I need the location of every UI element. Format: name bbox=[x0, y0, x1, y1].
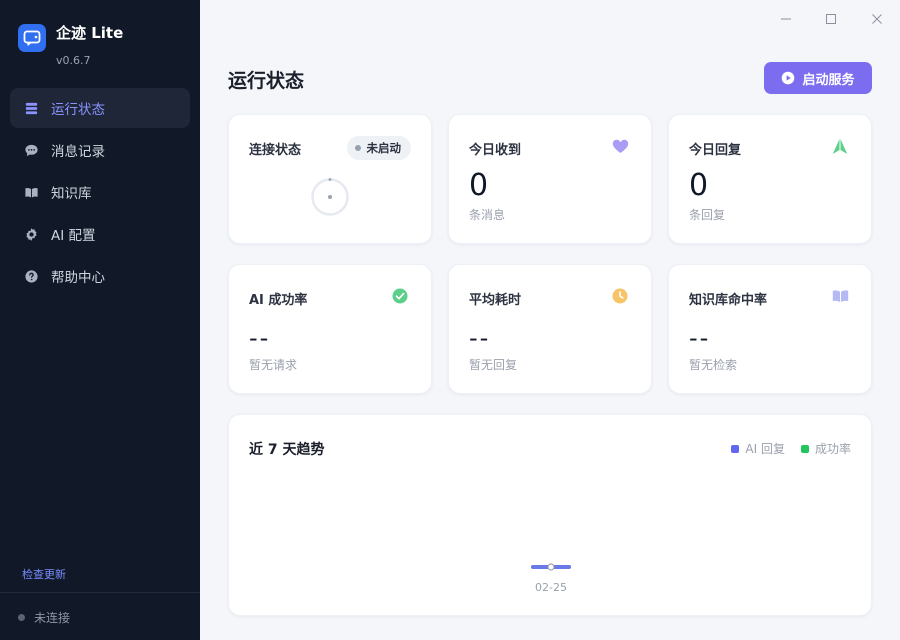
legend-swatch bbox=[800, 444, 809, 453]
status-dot bbox=[18, 614, 25, 621]
clock-icon bbox=[611, 287, 629, 305]
book-open-icon bbox=[831, 287, 849, 305]
chart-legend: AI 回复 成功率 bbox=[715, 440, 851, 457]
sidebar-item-label: 帮助中心 bbox=[51, 270, 105, 286]
sidebar-divider bbox=[0, 592, 200, 593]
page-title: 运行状态 bbox=[228, 70, 305, 92]
card-average-time: 平均耗时 -- 暂无回复 bbox=[448, 264, 652, 394]
card-label: 今日回复 bbox=[689, 143, 742, 158]
card-ai-success-rate: AI 成功率 -- 暂无请求 bbox=[228, 264, 432, 394]
card-label: 知识库命中率 bbox=[689, 293, 768, 308]
play-icon bbox=[782, 71, 795, 85]
legend-swatch bbox=[731, 444, 740, 453]
legend-label: 成功率 bbox=[814, 442, 851, 456]
brand: 企迹 Lite bbox=[18, 24, 123, 52]
sidebar-item-label: AI 配置 bbox=[51, 228, 96, 244]
card-label: 连接状态 bbox=[249, 143, 302, 158]
card-sub: 条回复 bbox=[689, 208, 726, 222]
app-version: v0.6.7 bbox=[56, 54, 91, 67]
send-icon bbox=[831, 137, 849, 155]
gear-icon bbox=[23, 226, 39, 242]
average-time-value: -- bbox=[469, 324, 491, 352]
card-today-received: 今日收到 0 条消息 bbox=[448, 114, 652, 244]
start-service-label: 启动服务 bbox=[802, 71, 855, 87]
close-icon bbox=[872, 14, 882, 24]
dashboard-icon bbox=[23, 100, 39, 116]
legend-item-ai-reply[interactable]: AI 回复 bbox=[731, 440, 785, 457]
sidebar-item-dashboard[interactable]: 运行状态 bbox=[10, 88, 190, 128]
maximize-icon bbox=[826, 14, 836, 24]
sidebar-item-label: 运行状态 bbox=[51, 102, 105, 118]
card-trend-chart: 02-25 近 7 天趋势 AI 回复 成功率 bbox=[228, 414, 872, 616]
sidebar-item-knowledge[interactable]: 知识库 bbox=[10, 172, 190, 212]
chat-icon bbox=[23, 142, 39, 158]
sidebar-item-help[interactable]: 帮助中心 bbox=[10, 256, 190, 296]
ai-success-value: -- bbox=[249, 324, 271, 352]
chart-title: 近 7 天趋势 bbox=[249, 442, 325, 458]
status-badge-label: 未启动 bbox=[366, 141, 402, 155]
x-tick-label: 02-25 bbox=[535, 581, 567, 594]
app-name: 企迹 Lite bbox=[56, 24, 124, 42]
sidebar-item-label: 知识库 bbox=[51, 186, 92, 202]
knowledge-hit-value: -- bbox=[689, 324, 711, 352]
card-sub: 暂无检索 bbox=[689, 358, 738, 372]
card-label: 平均耗时 bbox=[469, 293, 522, 308]
loading-spinner-icon bbox=[311, 178, 349, 216]
chat-bubble-icon bbox=[18, 24, 46, 52]
heart-icon bbox=[611, 137, 629, 155]
sidebar-item-ai-config[interactable]: AI 配置 bbox=[10, 214, 190, 254]
legend-label: AI 回复 bbox=[745, 442, 785, 456]
sidebar-nav: 运行状态 消息记录 知识库 AI 配置 帮助中心 bbox=[10, 88, 190, 298]
close-button[interactable] bbox=[867, 10, 887, 28]
legend-item-success-rate[interactable]: 成功率 bbox=[800, 440, 851, 457]
status-badge: 未启动 bbox=[346, 136, 411, 160]
data-point[interactable] bbox=[547, 563, 555, 571]
sidebar-item-label: 消息记录 bbox=[51, 144, 105, 160]
replied-count: 0 bbox=[689, 168, 709, 203]
card-label: 今日收到 bbox=[469, 143, 522, 158]
connection-status-label: 未连接 bbox=[34, 611, 71, 625]
card-knowledge-hit-rate: 知识库命中率 -- 暂无检索 bbox=[668, 264, 872, 394]
connection-status: 未连接 bbox=[18, 609, 70, 626]
check-update-link[interactable]: 检查更新 bbox=[22, 566, 66, 582]
book-icon bbox=[23, 184, 39, 200]
card-today-replied: 今日回复 0 条回复 bbox=[668, 114, 872, 244]
card-sub: 条消息 bbox=[469, 208, 506, 222]
sidebar-item-messages[interactable]: 消息记录 bbox=[10, 130, 190, 170]
maximize-button[interactable] bbox=[821, 10, 841, 28]
card-connection-status: 连接状态 未启动 bbox=[228, 114, 432, 244]
sidebar: 企迹 Lite v0.6.7 运行状态 消息记录 知识库 AI 配置 帮助中心 … bbox=[0, 0, 200, 640]
minimize-icon bbox=[781, 18, 791, 20]
help-icon bbox=[23, 268, 39, 284]
minimize-button[interactable] bbox=[776, 10, 796, 28]
status-dot bbox=[354, 145, 361, 151]
card-sub: 暂无请求 bbox=[249, 358, 298, 372]
card-label: AI 成功率 bbox=[249, 293, 308, 308]
check-circle-icon bbox=[391, 287, 409, 305]
start-service-button[interactable]: 启动服务 bbox=[764, 62, 872, 94]
card-sub: 暂无回复 bbox=[469, 358, 518, 372]
received-count: 0 bbox=[469, 168, 489, 203]
